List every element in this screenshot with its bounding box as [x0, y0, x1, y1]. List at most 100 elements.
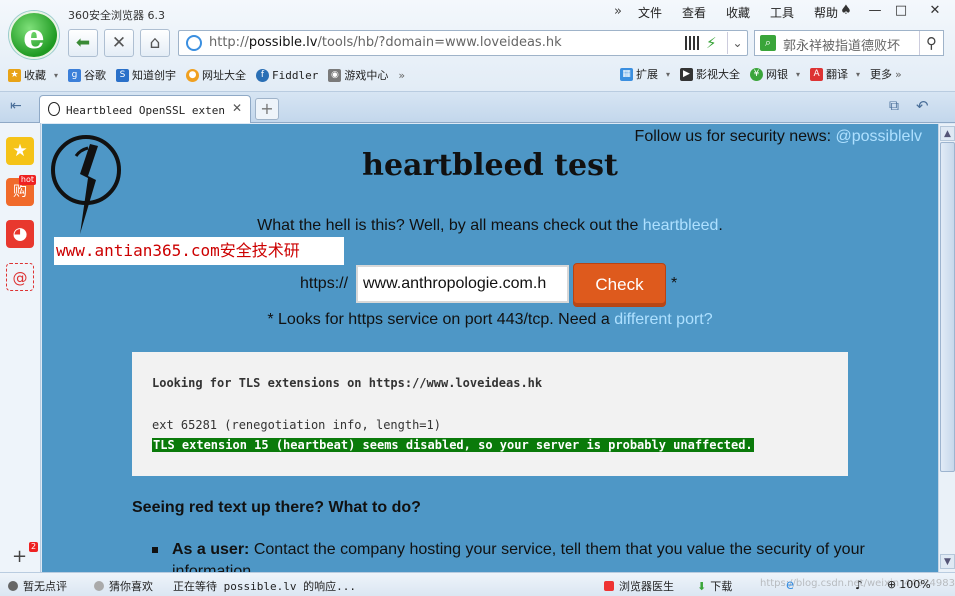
bookmark-games[interactable]: ◉ 游戏中心: [328, 67, 388, 83]
tab-heartbleed[interactable]: Heartbleed OpenSSL extensio ✕: [39, 95, 251, 123]
undo-close-icon[interactable]: ↶: [916, 97, 929, 115]
speed-mode-icon[interactable]: ⚡: [706, 34, 717, 52]
download-icon: ⬇: [697, 579, 707, 593]
status-bar: 暂无点评 猜你喜欢 正在等待 possible.lv 的响应... 浏览器医生 …: [0, 572, 955, 596]
search-engine-icon[interactable]: ⌕: [760, 35, 776, 51]
https-label: https://: [300, 275, 349, 292]
page-title: heartbleed test: [362, 148, 618, 183]
domain-input[interactable]: [356, 265, 569, 303]
port-note: * Looks for https service on port 443/tc…: [267, 311, 713, 328]
hot-badge: hot: [18, 175, 36, 185]
result-panel: Looking for TLS extensions on https://ww…: [132, 352, 848, 476]
gamepad-icon: ◉: [328, 68, 342, 82]
maximize-button[interactable]: □: [888, 2, 914, 20]
twitter-link[interactable]: @possiblelv: [836, 128, 923, 145]
bookmark-more[interactable]: 更多»: [870, 66, 902, 82]
browser-toolbar-area: e 360安全浏览器 6.3 » 文件 查看 收藏 工具 帮助 ♠ — □ ✕ …: [0, 0, 955, 92]
bookmarks-bar-left: ★ 收藏 ▾ g 谷歌 S 知道创宇 ● 网址大全 f Fiddler ◉ 游戏中心 »: [8, 66, 415, 84]
360-browser-logo-icon[interactable]: e: [9, 11, 59, 59]
knownsec-icon: S: [116, 68, 130, 82]
video-icon: ▶: [680, 67, 694, 81]
menu-favorites[interactable]: 收藏: [716, 4, 760, 22]
list-item-user-advice: As a user: Contact the company hosting y…: [152, 539, 872, 572]
different-port-link[interactable]: different port?: [614, 311, 712, 328]
recommend-icon: [94, 581, 104, 591]
bookmarks-overflow-icon[interactable]: »: [398, 69, 405, 82]
menu-view[interactable]: 查看: [672, 4, 716, 22]
tab-title: Heartbleed OpenSSL extensio: [66, 104, 226, 117]
menu-overflow-icon[interactable]: »: [608, 4, 628, 22]
scrollbar-thumb[interactable]: [940, 142, 955, 472]
home-button[interactable]: ⌂: [140, 29, 170, 57]
mail-icon[interactable]: @: [6, 263, 34, 291]
close-window-button[interactable]: ✕: [922, 2, 948, 20]
guess-you-like-item[interactable]: 猜你喜欢: [94, 578, 153, 594]
bookmark-extensions[interactable]: ▦ 扩展 ▾: [620, 66, 670, 82]
bookmark-site-guide[interactable]: ● 网址大全: [186, 67, 246, 83]
weibo-icon[interactable]: ◕: [6, 220, 34, 248]
bookmark-favorites[interactable]: ★ 收藏 ▾: [8, 67, 58, 83]
bank-shield-icon: ¥: [750, 67, 764, 81]
bookmark-knownsec[interactable]: S 知道创宇: [116, 67, 176, 83]
site-guide-icon: ●: [186, 68, 200, 82]
scroll-up-icon[interactable]: ▲: [940, 126, 955, 141]
watermark-overlay: www.antian365.com安全技术研: [54, 237, 344, 265]
stop-button[interactable]: ✕: [104, 29, 134, 57]
star-add-icon: ★: [8, 68, 21, 82]
menu-file[interactable]: 文件: [628, 4, 672, 22]
google-icon: g: [68, 68, 82, 82]
volume-icon[interactable]: ♪: [855, 578, 863, 592]
bookmark-video[interactable]: ▶ 影视大全: [680, 66, 740, 82]
extensions-icon: ▦: [620, 67, 633, 81]
qr-code-icon[interactable]: [685, 36, 699, 50]
skin-icon[interactable]: ♠: [833, 2, 859, 20]
zoom-icon: ⊕: [887, 578, 897, 591]
result-extension-line: ext 65281 (renegotiation info, length=1): [152, 418, 441, 432]
bookmark-bank[interactable]: ¥ 网银 ▾: [750, 66, 800, 82]
browser-doctor-item[interactable]: 浏览器医生: [604, 578, 674, 594]
check-button[interactable]: Check: [573, 263, 666, 307]
result-verdict-line: TLS extension 15 (heartbeat) seems disab…: [152, 438, 754, 452]
loading-status: 正在等待 possible.lv 的响应...: [173, 580, 356, 593]
bookmark-fiddler[interactable]: f Fiddler: [256, 68, 318, 82]
more-icon: »: [895, 67, 902, 81]
notification-count-badge: 2: [29, 542, 39, 552]
vertical-scrollbar[interactable]: ▲ ▼: [938, 124, 955, 572]
zoom-control[interactable]: ⊕ 100%: [887, 578, 931, 591]
no-comment-item[interactable]: 暂无点评: [8, 578, 67, 594]
app-title: 360安全浏览器 6.3: [68, 9, 165, 22]
bookmark-translate[interactable]: A 翻译 ▾: [810, 66, 860, 82]
minimize-button[interactable]: —: [862, 2, 888, 20]
bookmarks-bar-right: ▦ 扩展 ▾ ▶ 影视大全 ¥ 网银 ▾ A 翻译 ▾ 更多»: [620, 66, 912, 82]
result-header-line: Looking for TLS extensions on https://ww…: [152, 376, 543, 390]
heartbleed-link[interactable]: heartbleed: [643, 217, 719, 234]
translate-icon: A: [810, 67, 824, 81]
tab-strip: ⇤ Heartbleed OpenSSL extensio ✕ + ⧉ ↶: [0, 92, 955, 123]
address-dropdown-icon[interactable]: ⌄: [727, 32, 747, 54]
bookmark-google[interactable]: g 谷歌: [68, 67, 106, 83]
search-button[interactable]: ⚲: [919, 31, 943, 55]
address-url[interactable]: http://possible.lv/tools/hb/?domain=www.…: [209, 35, 562, 50]
favorites-star-icon[interactable]: ★: [6, 137, 34, 165]
menu-tools[interactable]: 工具: [760, 4, 804, 22]
web-page-content: Follow us for security news: @possiblelv…: [42, 124, 938, 572]
shopping-icon[interactable]: 购 hot: [6, 175, 36, 206]
back-button[interactable]: ⬅: [68, 29, 98, 57]
search-box[interactable]: ⌕ 郭永祥被指道德败坏 ⚲: [754, 30, 944, 56]
download-item[interactable]: ⬇ 下载: [697, 578, 732, 594]
search-input[interactable]: 郭永祥被指道德败坏: [783, 35, 918, 54]
new-tab-button[interactable]: +: [255, 98, 279, 120]
ie-mode-icon[interactable]: e: [786, 578, 794, 593]
address-bar[interactable]: http://possible.lv/tools/hb/?domain=www.…: [178, 30, 748, 56]
intro-text: What the hell is this? Well, by all mean…: [257, 217, 723, 234]
sidebar-toggle-icon[interactable]: ⇤: [10, 98, 22, 114]
scroll-down-icon[interactable]: ▼: [940, 554, 955, 569]
follow-line: Follow us for security news: @possiblelv: [634, 128, 923, 145]
tab-close-icon[interactable]: ✕: [232, 101, 242, 115]
left-sidebar: ★ 购 hot ◕ @ + 2: [0, 123, 41, 572]
menu-bar: » 文件 查看 收藏 工具 帮助: [608, 4, 848, 22]
restore-tabs-icon[interactable]: ⧉: [889, 98, 899, 114]
page-status-icon: [186, 35, 202, 51]
add-sidebar-item-icon[interactable]: +: [12, 546, 27, 567]
asterisk-note: *: [671, 275, 678, 292]
